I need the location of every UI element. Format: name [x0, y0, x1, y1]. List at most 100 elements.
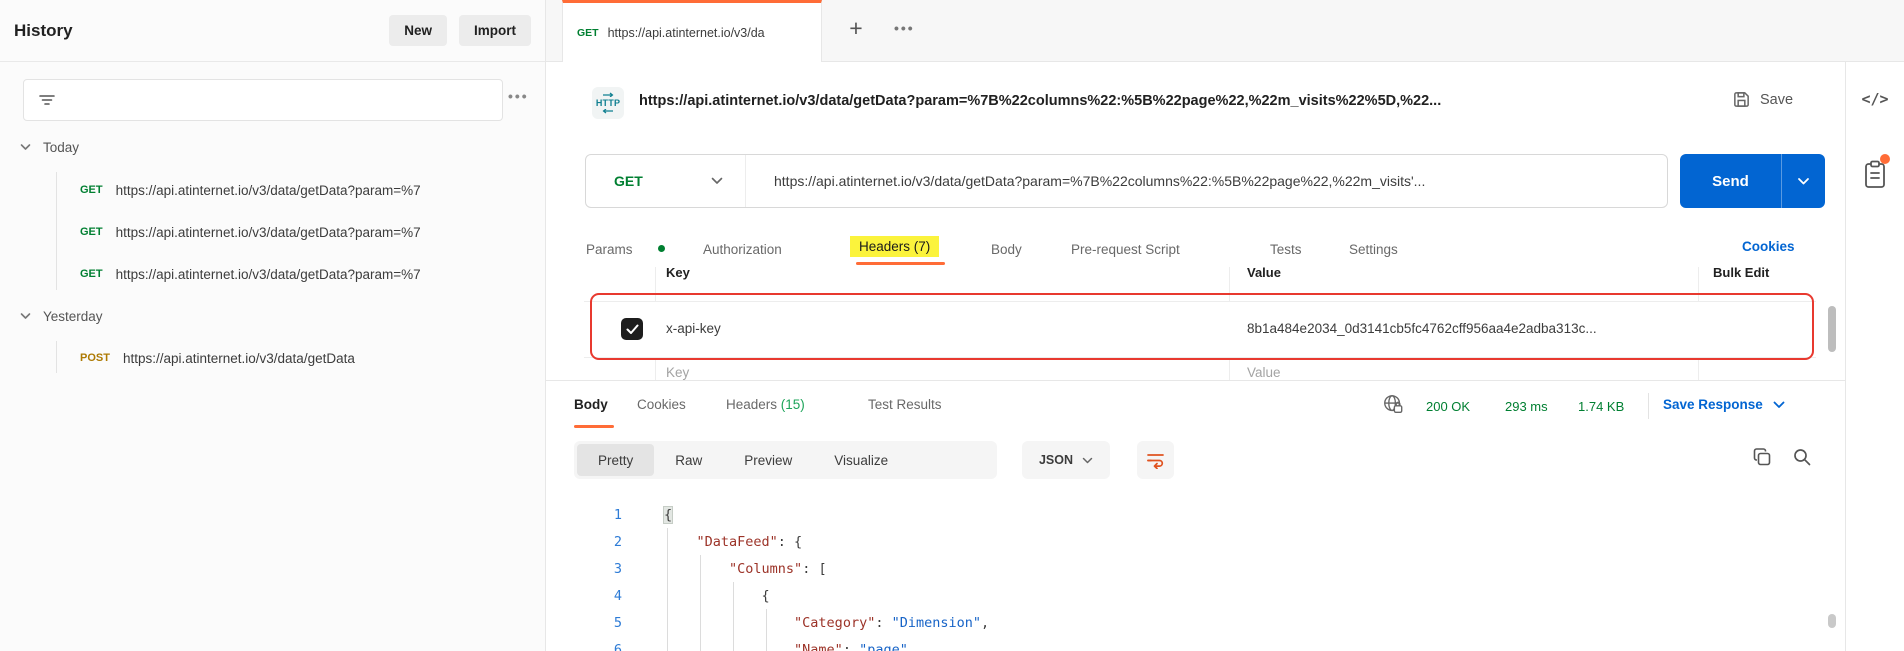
view-pretty[interactable]: Pretty [577, 444, 654, 476]
tab-authorization[interactable]: Authorization [703, 236, 782, 262]
method-badge: GET [80, 184, 103, 196]
response-scrollbar[interactable] [1828, 614, 1836, 628]
section-guide-line [56, 172, 57, 290]
history-item[interactable]: GET https://api.atinternet.io/v3/data/ge… [80, 176, 543, 204]
code-snippet-icon[interactable]: </> [1846, 90, 1904, 108]
history-item[interactable]: GET https://api.atinternet.io/v3/data/ge… [80, 218, 543, 246]
status-badge[interactable]: 200 OK [1426, 399, 1470, 414]
method-badge: GET [80, 268, 103, 280]
url-input[interactable]: https://api.atinternet.io/v3/data/getDat… [746, 155, 1667, 207]
active-request-tab[interactable]: GET https://api.atinternet.io/v3/da [562, 0, 822, 62]
active-tab-underline [856, 262, 945, 265]
response-body-editor[interactable]: 1{2 "DataFeed": {3 "Columns": [4 {5 "Cat… [546, 493, 1845, 651]
postman-app: History New Import ••• Today GET https:/… [0, 0, 1904, 651]
tab-headers[interactable]: Headers (7) [850, 236, 939, 257]
code-line: 6 "Name": "page" [546, 636, 1845, 651]
response-tab-cookies[interactable]: Cookies [637, 397, 686, 412]
notification-dot [1880, 154, 1890, 164]
format-dropdown[interactable]: JSON [1022, 441, 1110, 479]
indent-guide [766, 609, 767, 651]
header-enabled-checkbox[interactable] [621, 318, 643, 340]
key-placeholder[interactable]: Key [666, 365, 689, 380]
code-line: 1{ [546, 501, 1845, 528]
clipboard-icon[interactable] [1863, 160, 1889, 190]
cookies-link[interactable]: Cookies [1742, 239, 1795, 254]
tab-url-label: https://api.atinternet.io/v3/da [608, 26, 765, 40]
headers-table: Key Value Bulk Edit x-api-key 8b1a484e20… [546, 267, 1845, 380]
divider [1648, 393, 1649, 419]
request-panel: HTTP https://api.atinternet.io/v3/data/g… [546, 62, 1845, 651]
send-button[interactable]: Send [1680, 154, 1825, 208]
method-dropdown[interactable]: GET [586, 155, 746, 207]
right-rail: </> [1845, 62, 1904, 651]
section-guide-line [56, 341, 57, 373]
active-response-tab-underline [574, 425, 614, 428]
tab-settings[interactable]: Settings [1349, 236, 1398, 262]
response-view-switcher: Pretty Raw Preview Visualize [574, 441, 997, 479]
section-label: Yesterday [43, 309, 103, 324]
save-button[interactable]: Save [1732, 90, 1793, 109]
wrap-text-button[interactable] [1137, 441, 1174, 479]
format-value: JSON [1039, 453, 1073, 467]
history-more-menu[interactable]: ••• [508, 88, 529, 104]
code-line: 2 "DataFeed": { [546, 528, 1845, 555]
new-tab-button[interactable]: + [840, 15, 872, 42]
copy-icon[interactable] [1752, 447, 1772, 467]
history-item-url: https://api.atinternet.io/v3/data/getDat… [123, 351, 355, 366]
chevron-down-icon [20, 312, 31, 320]
view-preview[interactable]: Preview [723, 444, 813, 476]
sidebar-header: History New Import [0, 0, 545, 62]
line-number: 4 [546, 588, 622, 604]
headers-scrollbar[interactable] [1828, 306, 1836, 352]
code-lines: 1{2 "DataFeed": {3 "Columns": [4 {5 "Cat… [546, 501, 1845, 651]
history-item-url: https://api.atinternet.io/v3/data/getDat… [116, 267, 421, 282]
new-button[interactable]: New [389, 15, 447, 46]
history-section-today[interactable]: Today [20, 134, 79, 160]
response-tab-headers[interactable]: Headers (15) [726, 397, 805, 412]
view-raw[interactable]: Raw [654, 444, 723, 476]
tab-prerequest-script[interactable]: Pre-request Script [1071, 236, 1180, 262]
search-icon[interactable] [1792, 447, 1812, 467]
send-options-chevron-icon[interactable] [1781, 154, 1825, 208]
response-panel: Body Cookies Headers (15) Test Results 2… [546, 380, 1845, 651]
indent-guide [700, 555, 701, 651]
tab-params[interactable]: Params [586, 236, 633, 262]
params-modified-dot [658, 245, 665, 252]
line-number: 1 [546, 507, 622, 523]
request-title: https://api.atinternet.io/v3/data/getDat… [639, 93, 1717, 109]
code-line: 3 "Columns": [ [546, 555, 1845, 582]
method-badge: GET [80, 226, 103, 238]
save-icon [1732, 90, 1751, 109]
import-button[interactable]: Import [459, 15, 531, 46]
network-globe-icon[interactable] [1382, 393, 1404, 415]
view-visualize[interactable]: Visualize [813, 444, 909, 476]
section-label: Today [43, 140, 79, 155]
line-number: 2 [546, 534, 622, 550]
method-badge: POST [80, 352, 110, 364]
header-key-cell[interactable]: x-api-key [666, 321, 721, 336]
history-item[interactable]: POST https://api.atinternet.io/v3/data/g… [80, 344, 543, 372]
save-label: Save [1760, 92, 1793, 108]
tab-tests[interactable]: Tests [1270, 236, 1302, 262]
history-sidebar: History New Import ••• Today GET https:/… [0, 0, 546, 651]
indent-guide [667, 528, 668, 651]
code-line: 5 "Category": "Dimension", [546, 609, 1845, 636]
response-size[interactable]: 1.74 KB [1578, 399, 1624, 414]
request-tab-strip: GET https://api.atinternet.io/v3/da + ••… [546, 0, 1904, 62]
history-item[interactable]: GET https://api.atinternet.io/v3/data/ge… [80, 260, 543, 288]
value-placeholder[interactable]: Value [1247, 365, 1281, 380]
sidebar-title: History [14, 21, 73, 41]
header-value-cell[interactable]: 8b1a484e2034_0d3141cb5fc4762cff956aa4e2a… [1247, 321, 1597, 336]
response-time[interactable]: 293 ms [1505, 399, 1548, 414]
code-line: 4 { [546, 582, 1845, 609]
bulk-edit-button[interactable]: Bulk Edit [1713, 267, 1769, 280]
tab-body[interactable]: Body [991, 236, 1022, 262]
response-tab-body[interactable]: Body [574, 397, 608, 412]
key-column-header: Key [666, 267, 690, 280]
chevron-down-icon [20, 143, 31, 151]
tab-options-menu[interactable]: ••• [894, 20, 915, 36]
response-tab-test-results[interactable]: Test Results [868, 397, 942, 412]
history-section-yesterday[interactable]: Yesterday [20, 303, 103, 329]
history-filter-input[interactable] [23, 79, 503, 121]
save-response-button[interactable]: Save Response [1663, 397, 1785, 412]
